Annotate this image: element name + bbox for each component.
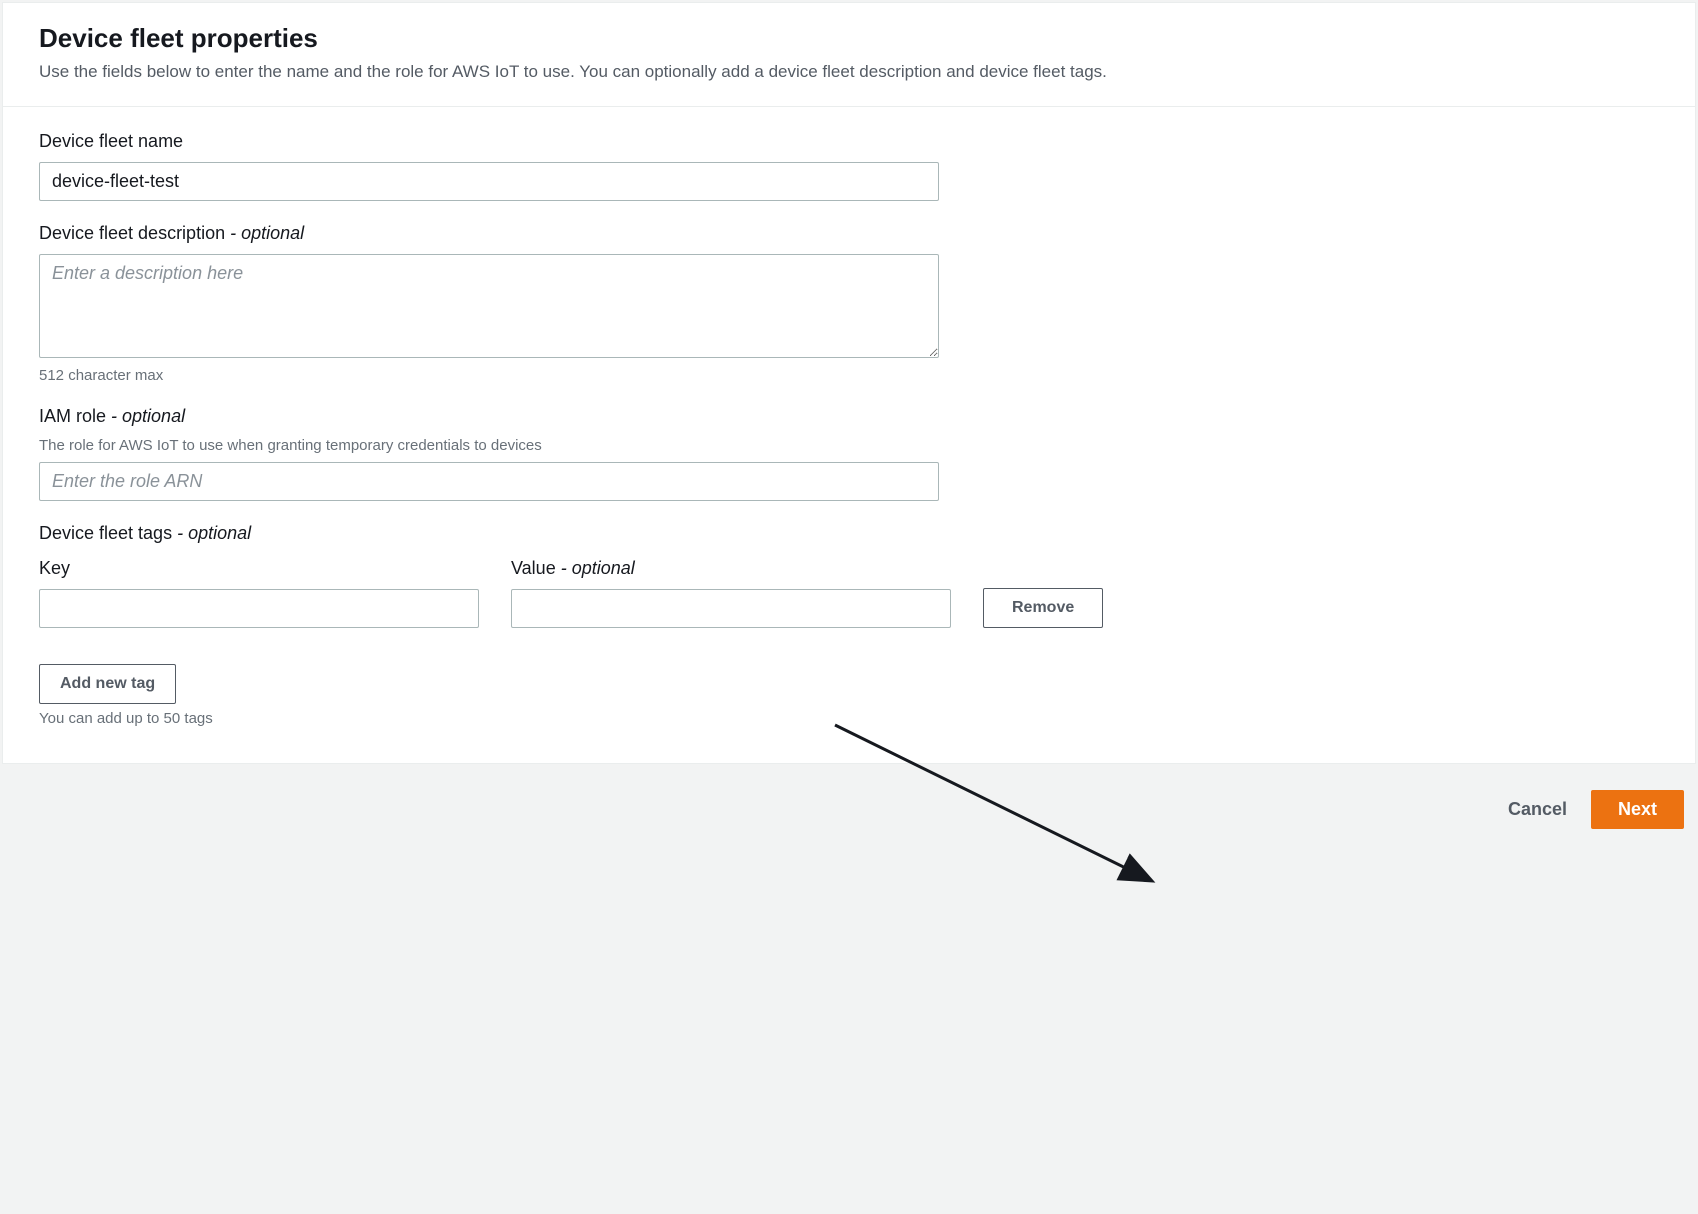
label-device-fleet-name: Device fleet name: [39, 131, 939, 152]
optional-suffix: - optional: [172, 523, 251, 543]
footer-actions: Cancel Next: [0, 766, 1698, 853]
tag-key-column: Key: [39, 558, 479, 628]
tags-row: Key Value - optional Remove: [39, 558, 1159, 628]
input-tag-key[interactable]: [39, 589, 479, 628]
field-device-fleet-tags: Device fleet tags - optional: [39, 523, 939, 544]
device-fleet-properties-panel: Device fleet properties Use the fields b…: [2, 2, 1696, 764]
input-iam-role[interactable]: [39, 462, 939, 501]
field-iam-role: IAM role - optional The role for AWS IoT…: [39, 406, 939, 501]
next-button[interactable]: Next: [1591, 790, 1684, 829]
label-device-fleet-description: Device fleet description - optional: [39, 223, 939, 244]
add-new-tag-button[interactable]: Add new tag: [39, 664, 176, 704]
tag-remove-column: Remove: [983, 588, 1103, 628]
tag-value-column: Value - optional: [511, 558, 951, 628]
label-iam-role: IAM role - optional: [39, 406, 939, 427]
textarea-device-fleet-description[interactable]: [39, 254, 939, 358]
hint-tag-limit: You can add up to 50 tags: [39, 710, 1659, 727]
help-iam-role: The role for AWS IoT to use when grantin…: [39, 437, 939, 454]
optional-suffix: - optional: [225, 223, 304, 243]
cancel-button[interactable]: Cancel: [1498, 793, 1577, 826]
field-device-fleet-description: Device fleet description - optional 512 …: [39, 223, 939, 384]
page-subtitle: Use the fields below to enter the name a…: [39, 60, 1659, 84]
panel-header: Device fleet properties Use the fields b…: [3, 3, 1695, 107]
input-tag-value[interactable]: [511, 589, 951, 628]
optional-suffix: - optional: [556, 558, 635, 578]
label-tag-key: Key: [39, 558, 479, 579]
label-text: Device fleet tags: [39, 523, 172, 543]
add-tag-section: Add new tag You can add up to 50 tags: [39, 664, 1659, 727]
hint-description-limit: 512 character max: [39, 367, 939, 384]
label-text: IAM role: [39, 406, 106, 426]
optional-suffix: - optional: [106, 406, 185, 426]
label-device-fleet-tags: Device fleet tags - optional: [39, 523, 939, 544]
page-title: Device fleet properties: [39, 23, 1659, 54]
label-text: Device fleet description: [39, 223, 225, 243]
remove-tag-button[interactable]: Remove: [983, 588, 1103, 628]
input-device-fleet-name[interactable]: [39, 162, 939, 201]
label-tag-value: Value - optional: [511, 558, 951, 579]
label-text: Value: [511, 558, 556, 578]
field-device-fleet-name: Device fleet name: [39, 131, 939, 201]
panel-body: Device fleet name Device fleet descripti…: [3, 107, 1695, 763]
